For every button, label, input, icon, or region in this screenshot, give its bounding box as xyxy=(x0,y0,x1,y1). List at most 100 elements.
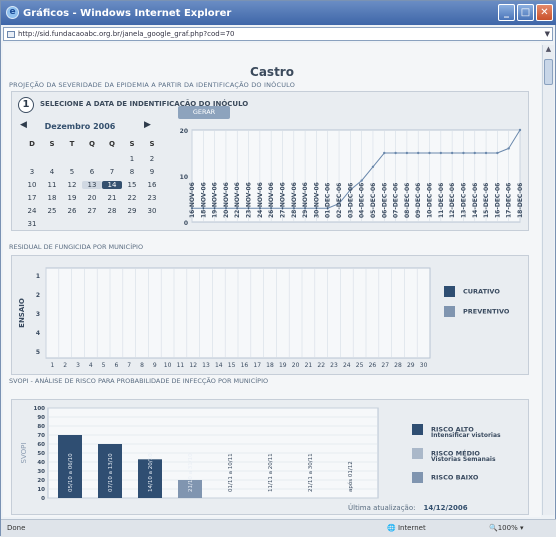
calendar-days: 1 2 3 4 5 6 7 8 9 10 11 12 13 14 15 16 17 18 19 20 21 22 23 24 2… xyxy=(22,152,162,230)
calendar-weekdays: DSTQQSS xyxy=(22,140,162,148)
calendar-month: Dezembro 2006 xyxy=(44,122,116,131)
address-bar[interactable]: http://sid.fundacaoabc.org.br/janela_goo… xyxy=(3,27,553,41)
bar-category-label: 07/10 a 13/10 xyxy=(108,453,114,492)
calendar-day[interactable]: 27 xyxy=(82,207,102,215)
update-date: 14/12/2006 xyxy=(423,504,468,512)
calendar-day[interactable]: 24 xyxy=(22,207,42,215)
x-tick-label: 9 xyxy=(153,362,157,369)
calendar-day[interactable]: 13 xyxy=(82,180,102,189)
y-tick-label: 60 xyxy=(37,442,45,448)
zoom-level[interactable]: 🔍100% ▾ xyxy=(489,524,523,532)
calendar-day[interactable]: 7 xyxy=(102,168,122,176)
x-tick-label: 4 xyxy=(89,362,93,369)
x-tick-label: 18 xyxy=(266,362,274,369)
status-text: Done xyxy=(7,524,26,532)
calendar-day[interactable]: 14 xyxy=(102,180,122,189)
data-point xyxy=(405,151,409,155)
calendar-week: 31 xyxy=(22,217,162,230)
severity-line-chart: 20 10 016-NOV-06 18-NOV-06 19-NOV-06 20-NOV-0… xyxy=(180,128,524,227)
gerar-button[interactable]: GERAR xyxy=(178,106,230,119)
y-tick-label: 30 xyxy=(37,469,45,475)
calendar-day[interactable]: 1 xyxy=(122,155,142,163)
curativo-swatch xyxy=(444,286,455,297)
prev-month-icon[interactable]: ◀ xyxy=(20,120,27,130)
weekday-label: S xyxy=(149,140,155,148)
x-tick-label: 21 xyxy=(305,362,313,369)
calendar-day[interactable]: 3 xyxy=(22,168,42,176)
maximize-button[interactable]: □ xyxy=(517,4,534,21)
legend-label: PREVENTIVO xyxy=(463,307,510,316)
scroll-thumb[interactable] xyxy=(544,59,553,85)
legend-sub: Vistorias Semanais xyxy=(431,456,496,463)
x-tick-label: 04-DEC-06 xyxy=(359,183,366,218)
calendar-day[interactable]: 31 xyxy=(22,220,42,228)
minimize-button[interactable]: _ xyxy=(498,4,515,21)
x-tick-label: 09-DEC-06 xyxy=(415,183,422,218)
calendar-day[interactable]: 19 xyxy=(62,194,82,202)
legend-sub: Intensificar vistorias xyxy=(431,432,501,439)
data-point xyxy=(371,165,375,168)
svopi-panel: 100 90 80 70 60 50 40 30 20 10 0 SVOPI 05/10 a 06/10… xyxy=(11,399,529,515)
bar-category-label: 21/11 a 30/11 xyxy=(308,453,314,492)
chevron-down-icon[interactable]: ▼ xyxy=(545,30,550,38)
calendar-day[interactable]: 2 xyxy=(142,155,162,163)
calendar-week: 17 18 19 20 21 22 23 xyxy=(22,191,162,204)
x-tick-label: 15 xyxy=(228,362,236,369)
risco-baixo-swatch xyxy=(412,472,423,483)
x-tick-label: 03-DEC-06 xyxy=(347,183,354,218)
calendar-day[interactable]: 15 xyxy=(122,181,142,189)
next-month-icon[interactable]: ▶ xyxy=(144,120,151,130)
calendar-day[interactable]: 16 xyxy=(142,181,162,189)
residual-chart: 1 2 3 4 5 6 7 8 9 10 11 12 13 14 15 16 17 18 19 20 21 22 23 24 2… xyxy=(18,267,431,369)
calendar-day[interactable]: 11 xyxy=(42,181,62,189)
x-tick-label: 12-DEC-06 xyxy=(449,183,456,218)
calendar-day[interactable]: 22 xyxy=(122,194,142,202)
x-tick-label: 7 xyxy=(127,362,131,369)
y-axis-label: SVOPI xyxy=(20,443,28,464)
calendar-day[interactable]: 12 xyxy=(62,181,82,189)
x-tick-label: 11-DEC-06 xyxy=(438,183,445,218)
x-tick-label: 13 xyxy=(202,362,210,369)
weekday-label: D xyxy=(29,140,35,148)
legend-risco-medio: RISCO MÉDIO Vistorias Semanais xyxy=(412,448,496,463)
x-tick-label: 08-DEC-06 xyxy=(404,183,411,218)
calendar-week: 10 11 12 13 14 15 16 xyxy=(22,178,162,191)
x-tick-label: 17-DEC-06 xyxy=(506,183,513,218)
x-tick-label: 5 xyxy=(102,362,106,369)
y-tick-label: 1 xyxy=(36,273,40,280)
calendar-day[interactable]: 4 xyxy=(42,168,62,176)
calendar-day[interactable]: 30 xyxy=(142,207,162,215)
bar-category-label: 11/11 a 20/11 xyxy=(268,453,274,492)
calendar-day[interactable]: 20 xyxy=(82,194,102,202)
calendar-day[interactable]: 23 xyxy=(142,194,162,202)
calendar-day[interactable]: 26 xyxy=(62,207,82,215)
x-tick-label: 16 xyxy=(241,362,249,369)
y-tick-label: 3 xyxy=(36,311,40,318)
x-tick-label: 3 xyxy=(76,362,80,369)
bar-category-label: 14/10 a 20/10 xyxy=(148,453,154,492)
x-tick-label: 24 xyxy=(343,362,351,369)
calendar-day[interactable]: 18 xyxy=(42,194,62,202)
data-point xyxy=(462,151,465,155)
calendar-day[interactable]: 9 xyxy=(142,168,162,176)
vertical-scrollbar[interactable]: ▲ xyxy=(542,45,554,515)
y-tick-label: 5 xyxy=(36,349,40,356)
calendar-day[interactable]: 25 xyxy=(42,207,62,215)
scroll-up-icon[interactable]: ▲ xyxy=(543,45,554,57)
x-tick-label: 27 xyxy=(381,362,389,369)
internet-zone: 🌐 Internet xyxy=(387,524,426,532)
calendar-day[interactable]: 17 xyxy=(22,194,42,202)
calendar-day[interactable]: 8 xyxy=(122,168,142,176)
calendar-day[interactable]: 29 xyxy=(122,207,142,215)
calendar-day[interactable]: 28 xyxy=(102,207,122,215)
x-tick-label: 18-NOV-06 xyxy=(200,182,207,218)
close-button[interactable]: ✕ xyxy=(536,4,553,21)
calendar-day[interactable]: 6 xyxy=(82,168,102,176)
calendar-day[interactable]: 10 xyxy=(22,181,42,189)
y-axis-label: ENSAIO xyxy=(18,298,26,328)
calendar-day[interactable]: 21 xyxy=(102,194,122,202)
last-update: Última atualização: 14/12/2006 xyxy=(348,504,468,512)
calendar-day[interactable]: 5 xyxy=(62,168,82,176)
x-tick-label: 6 xyxy=(114,362,118,369)
update-label: Última atualização: xyxy=(348,504,416,512)
